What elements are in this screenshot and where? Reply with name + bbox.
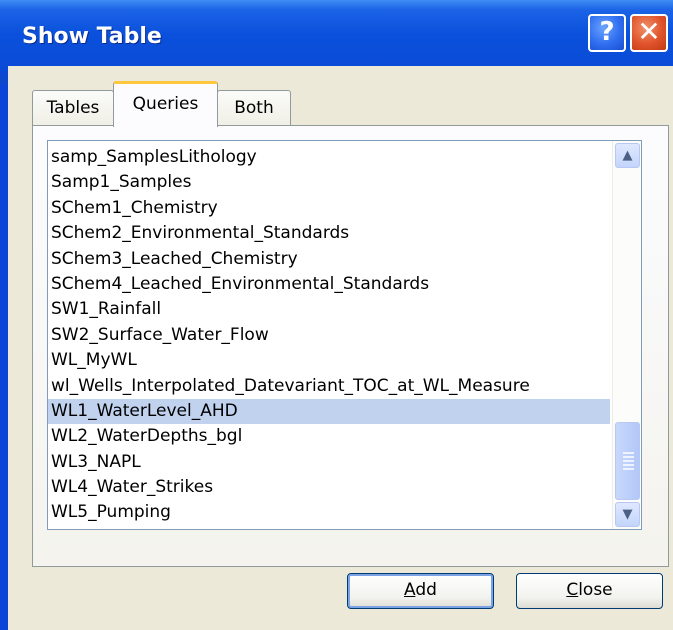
help-icon[interactable]: ? — [588, 14, 626, 52]
add-mnemonic: A — [404, 580, 416, 600]
chevron-down-icon[interactable]: ▼ — [615, 502, 640, 527]
list-item[interactable]: SW2_Surface_Water_Flow — [48, 323, 610, 348]
add-label-rest: dd — [415, 580, 437, 600]
query-list[interactable]: samp_SamplesLithology Samp1_Samples SChem1… — [47, 140, 642, 530]
list-item[interactable]: SW1_Rainfall — [48, 297, 610, 322]
chevron-up-icon[interactable]: ▲ — [615, 143, 640, 168]
close-icon[interactable]: ✕ — [630, 14, 668, 52]
window-title: Show Table — [22, 24, 162, 49]
list-item[interactable]: samp_SamplesLithology — [48, 145, 610, 170]
list-item[interactable]: WL2_WaterDepths_bgl — [48, 424, 610, 449]
list-item[interactable]: WL3_NAPL — [48, 450, 610, 475]
list-item[interactable]: wl_Wells_Interpolated_Datevariant_TOC_at… — [48, 374, 610, 399]
list-item[interactable]: WL4_Water_Strikes — [48, 475, 610, 500]
list-item[interactable]: WL_MyWL — [48, 348, 610, 373]
show-table-dialog: Show Table ? ✕ Tables Queries Both samp_… — [0, 0, 673, 630]
list-item[interactable]: Samp1_Samples — [48, 170, 610, 195]
tab-queries[interactable]: Queries — [113, 81, 218, 127]
close-mnemonic: C — [566, 580, 579, 600]
list-item[interactable]: WL5_Pumping — [48, 500, 610, 525]
add-button[interactable]: Add — [347, 573, 494, 609]
list-item[interactable]: WL1_WaterLevel_AHD — [48, 398, 610, 425]
scrollbar-thumb[interactable] — [615, 422, 640, 500]
dialog-body: Tables Queries Both samp_SamplesLitholog… — [8, 66, 673, 630]
grip-icon — [623, 452, 634, 470]
vertical-scrollbar[interactable]: ▲ ▼ — [612, 141, 641, 529]
tab-both[interactable]: Both — [217, 90, 291, 126]
close-label-rest: lose — [578, 580, 613, 600]
tab-strip: Tables Queries Both — [8, 66, 673, 127]
close-button[interactable]: Close — [516, 573, 663, 609]
tab-panel: samp_SamplesLithology Samp1_Samples SChem1… — [32, 125, 669, 567]
list-item[interactable]: SChem4_Leached_Environmental_Standards — [48, 272, 610, 297]
tab-tables[interactable]: Tables — [32, 90, 114, 126]
list-item[interactable]: SChem3_Leached_Chemistry — [48, 247, 610, 272]
list-items: samp_SamplesLithology Samp1_Samples SChem1… — [48, 145, 610, 526]
list-item[interactable]: SChem2_Environmental_Standards — [48, 221, 610, 246]
list-item[interactable]: SChem1_Chemistry — [48, 196, 610, 221]
